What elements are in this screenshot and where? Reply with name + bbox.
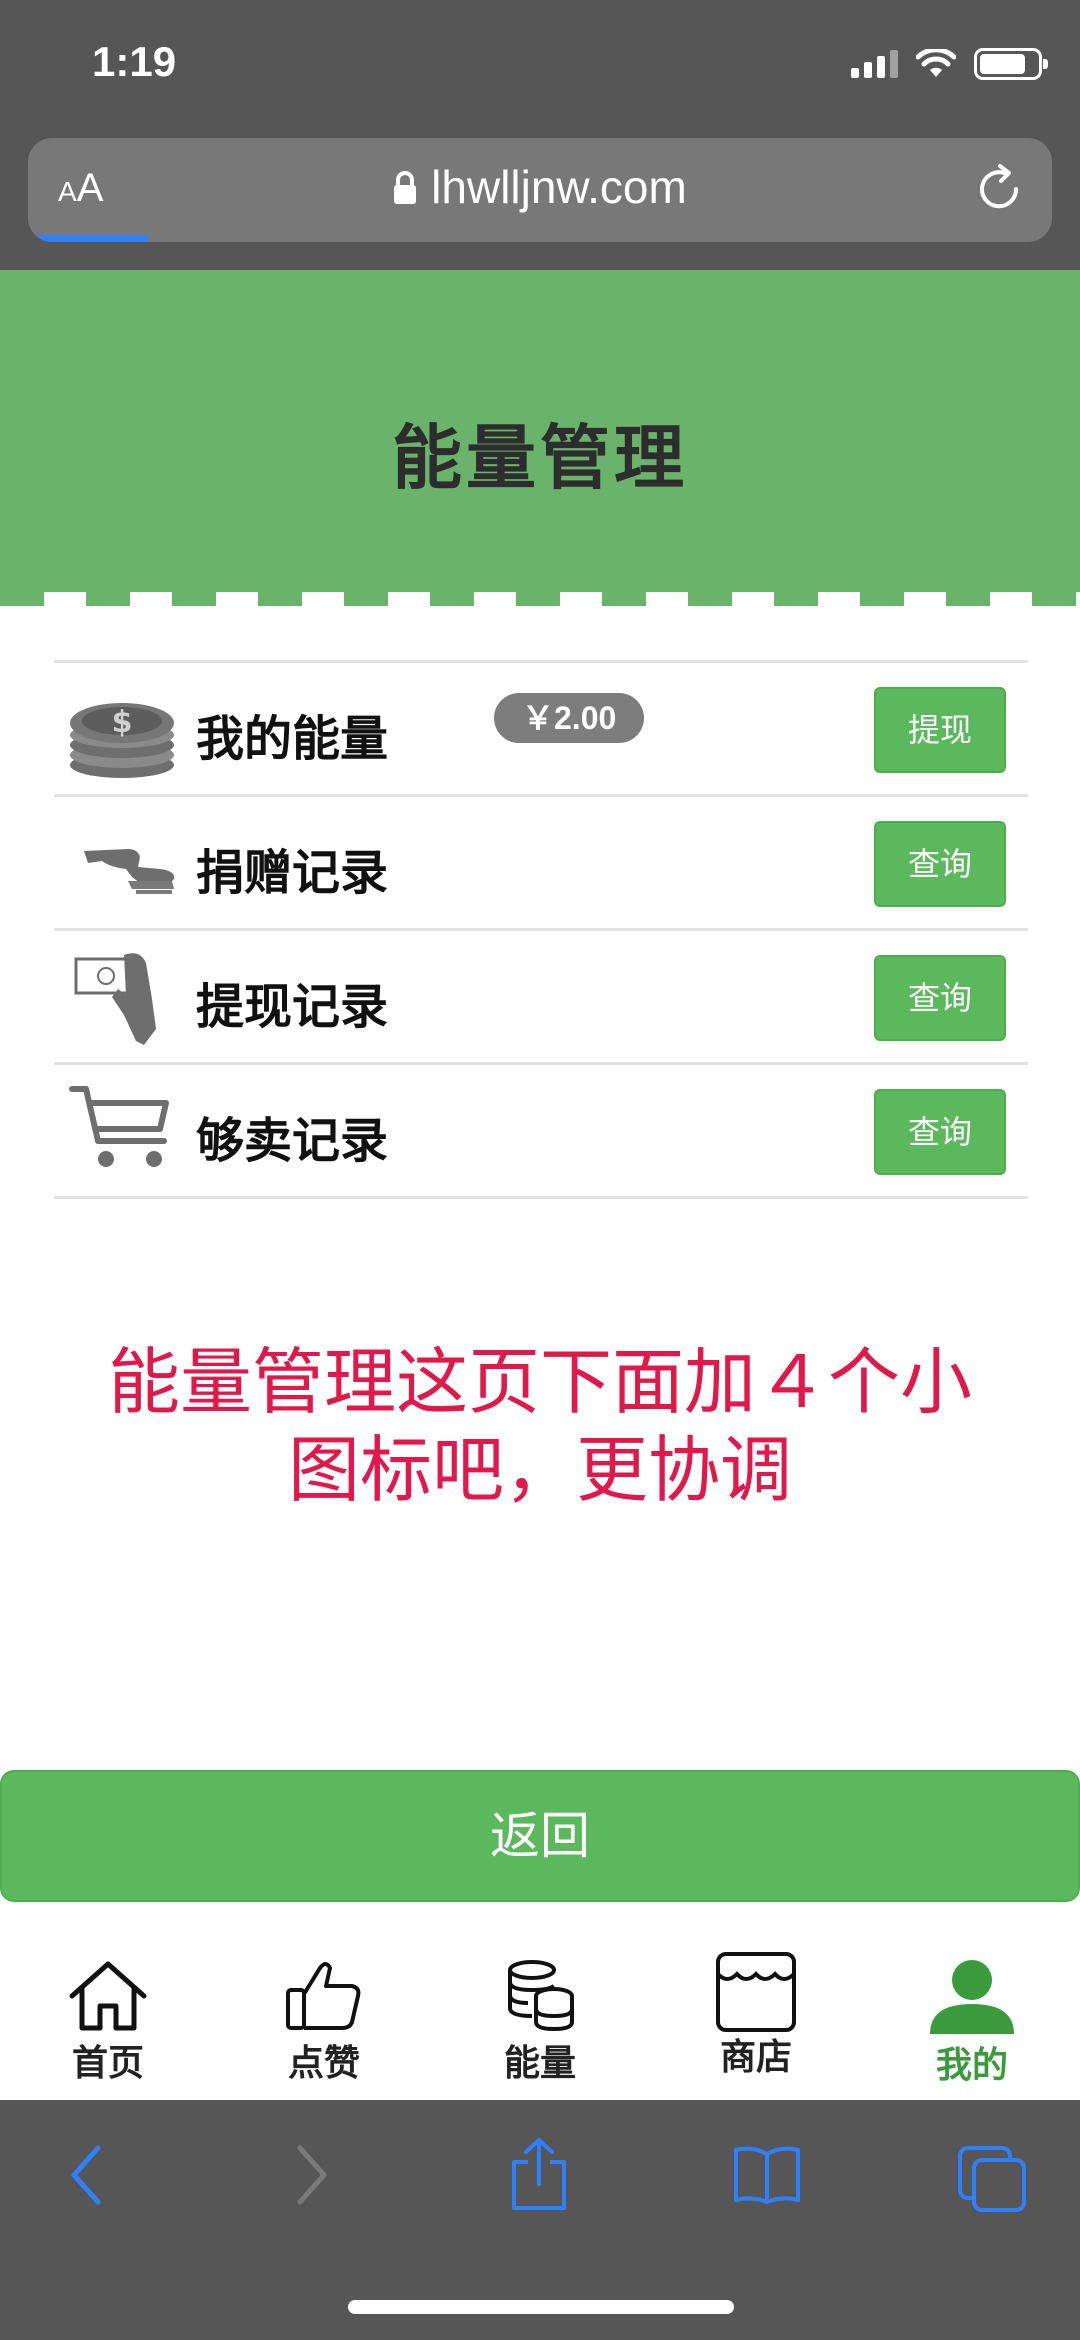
tab-label: 能量 [503, 2043, 576, 2084]
annotation-note: 能量管理这页下面加４个小 图标吧，更协调 [70, 1338, 1010, 1514]
tab-label: 首页 [71, 2043, 144, 2084]
back-icon[interactable] [66, 2144, 108, 2206]
withdraw-button[interactable]: 提现 [874, 687, 1006, 773]
row-label: 提现记录 [196, 979, 389, 1035]
bottom-tab-bar: 首页 点赞 能量 商店 我的 [0, 1940, 1080, 2100]
page-header: 能量管理 [0, 270, 1080, 592]
tab-energy[interactable]: 能量 [432, 1940, 648, 2100]
page-load-progress [36, 235, 149, 242]
annotation-line-2: 图标吧，更协调 [287, 1428, 792, 1512]
wifi-icon [916, 49, 956, 77]
user-icon [930, 1960, 1014, 2034]
query-withdrawal-records-button[interactable]: 查询 [874, 955, 1006, 1041]
home-icon [69, 1961, 147, 2031]
share-icon[interactable] [508, 2136, 570, 2212]
energy-menu-list: $ 我的能量 ￥2.00 提现 捐赠记录 查询 提现记录 查询 够卖记录 查询 [54, 660, 1028, 1199]
thumbs-up-icon [286, 1962, 361, 2030]
annotation-line-1: 能量管理这页下面加４个小 [107, 1340, 972, 1424]
query-purchase-records-button[interactable]: 查询 [874, 1089, 1006, 1175]
tab-mine[interactable]: 我的 [864, 1940, 1080, 2100]
battery-icon [974, 48, 1048, 80]
tab-likes[interactable]: 点赞 [216, 1940, 432, 2100]
header-scalloped-edge [0, 592, 1080, 606]
energy-balance-badge: ￥2.00 [494, 693, 645, 743]
store-icon [716, 1952, 796, 2032]
row-label: 捐赠记录 [196, 845, 389, 901]
url-text: lhwlljnw.com [431, 161, 687, 213]
cellular-signal-icon [851, 50, 898, 78]
list-item-purchase-records: 够卖记录 查询 [54, 1065, 1028, 1199]
query-donation-records-button[interactable]: 查询 [874, 821, 1006, 907]
lock-icon [394, 170, 417, 204]
status-time: 1:19 [92, 38, 177, 85]
status-icons [851, 48, 1048, 80]
row-label: 我的能量 [196, 711, 389, 767]
tab-label: 商店 [719, 2037, 792, 2078]
tab-store[interactable]: 商店 [648, 1940, 864, 2100]
database-icon [508, 1960, 574, 2032]
tabs-icon[interactable] [956, 2144, 1030, 2214]
cart-icon [69, 1086, 169, 1167]
bookmarks-icon[interactable] [732, 2144, 802, 2206]
donate-hand-icon [84, 849, 175, 894]
reload-icon[interactable] [972, 162, 1026, 216]
tab-label: 点赞 [287, 2043, 360, 2084]
svg-text:$: $ [112, 705, 133, 740]
browser-top-chrome: 1:19 AA lhwlljnw.com [0, 0, 1080, 270]
forward-icon[interactable] [290, 2144, 332, 2206]
list-item-withdrawal-records: 提现记录 查询 [54, 931, 1028, 1065]
back-button[interactable]: 返回 [0, 1770, 1080, 1902]
list-item-donation-records: 捐赠记录 查询 [54, 797, 1028, 931]
page-title: 能量管理 [392, 417, 688, 499]
address-bar[interactable]: AA lhwlljnw.com [28, 138, 1052, 242]
tab-home[interactable]: 首页 [0, 1940, 216, 2100]
list-item-my-energy: $ 我的能量 ￥2.00 提现 [54, 663, 1028, 797]
cash-hand-icon [74, 953, 156, 1045]
coins-icon: $ [70, 703, 174, 778]
tab-label: 我的 [935, 2045, 1008, 2086]
home-indicator [348, 2300, 734, 2314]
row-label: 够卖记录 [196, 1113, 389, 1169]
url-field[interactable]: lhwlljnw.com [28, 160, 1052, 214]
